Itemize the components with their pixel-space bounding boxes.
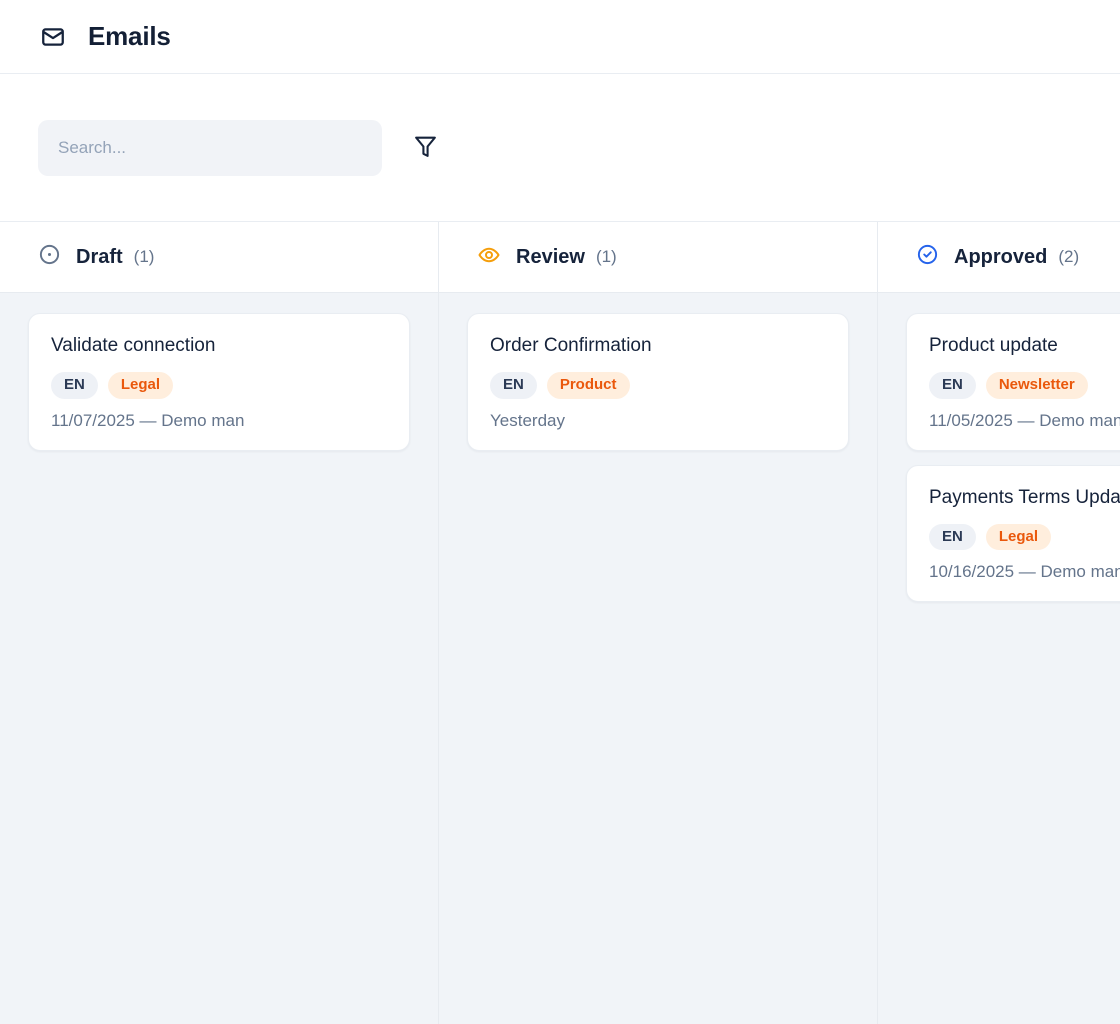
column-review-header: Review (1) bbox=[439, 222, 877, 293]
mail-icon bbox=[38, 24, 68, 50]
language-badge: EN bbox=[929, 372, 976, 399]
kanban-board: Draft (1) Validate connection EN Legal 1… bbox=[0, 222, 1120, 1024]
column-draft-title: Draft bbox=[76, 246, 123, 269]
search-toolbar bbox=[0, 74, 1120, 222]
emails-app: Emails Draft (1) bbox=[0, 0, 1120, 1024]
card-meta: 11/07/2025 — Demo man bbox=[51, 411, 387, 431]
category-badge: Newsletter bbox=[986, 372, 1088, 399]
column-approved-header: Approved (2) bbox=[878, 222, 1120, 293]
column-review: Review (1) Order Confirmation EN Product… bbox=[439, 222, 878, 1024]
language-badge: EN bbox=[490, 372, 537, 399]
column-draft-count: (1) bbox=[134, 247, 155, 267]
column-approved-title: Approved bbox=[954, 246, 1047, 269]
card-title: Product update bbox=[929, 335, 1120, 357]
column-review-body: Order Confirmation EN Product Yesterday bbox=[439, 293, 877, 1024]
email-card[interactable]: Product update EN Newsletter 11/05/2025 … bbox=[906, 313, 1120, 451]
column-review-title: Review bbox=[516, 246, 585, 269]
language-badge: EN bbox=[929, 524, 976, 551]
email-card[interactable]: Payments Terms Update EN Legal 10/16/202… bbox=[906, 465, 1120, 603]
card-badges: EN Product bbox=[490, 372, 826, 399]
email-card[interactable]: Validate connection EN Legal 11/07/2025 … bbox=[28, 313, 410, 451]
card-badges: EN Legal bbox=[929, 524, 1120, 551]
email-card[interactable]: Order Confirmation EN Product Yesterday bbox=[467, 313, 849, 451]
eye-icon bbox=[477, 243, 501, 272]
card-badges: EN Newsletter bbox=[929, 372, 1120, 399]
page-title: Emails bbox=[88, 21, 171, 52]
card-meta: 10/16/2025 — Demo man bbox=[929, 562, 1120, 582]
card-title: Validate connection bbox=[51, 335, 387, 357]
card-badges: EN Legal bbox=[51, 372, 387, 399]
category-badge: Legal bbox=[986, 524, 1051, 551]
card-title: Order Confirmation bbox=[490, 335, 826, 357]
column-draft-header: Draft (1) bbox=[0, 222, 438, 293]
card-meta: 11/05/2025 — Demo man bbox=[929, 411, 1120, 431]
column-approved-count: (2) bbox=[1058, 247, 1079, 267]
card-meta: Yesterday bbox=[490, 411, 826, 431]
filter-icon bbox=[413, 134, 438, 162]
circle-check-icon bbox=[916, 243, 939, 271]
column-draft: Draft (1) Validate connection EN Legal 1… bbox=[0, 222, 439, 1024]
top-bar: Emails bbox=[0, 0, 1120, 74]
circle-dot-icon bbox=[38, 243, 61, 271]
column-approved: Approved (2) Product update EN Newslette… bbox=[878, 222, 1120, 1024]
language-badge: EN bbox=[51, 372, 98, 399]
column-approved-body: Product update EN Newsletter 11/05/2025 … bbox=[878, 293, 1120, 1024]
column-draft-body: Validate connection EN Legal 11/07/2025 … bbox=[0, 293, 438, 1024]
search-input[interactable] bbox=[38, 120, 382, 176]
column-review-count: (1) bbox=[596, 247, 617, 267]
category-badge: Legal bbox=[108, 372, 173, 399]
category-badge: Product bbox=[547, 372, 630, 399]
filter-button[interactable] bbox=[413, 134, 438, 162]
card-title: Payments Terms Update bbox=[929, 487, 1120, 509]
